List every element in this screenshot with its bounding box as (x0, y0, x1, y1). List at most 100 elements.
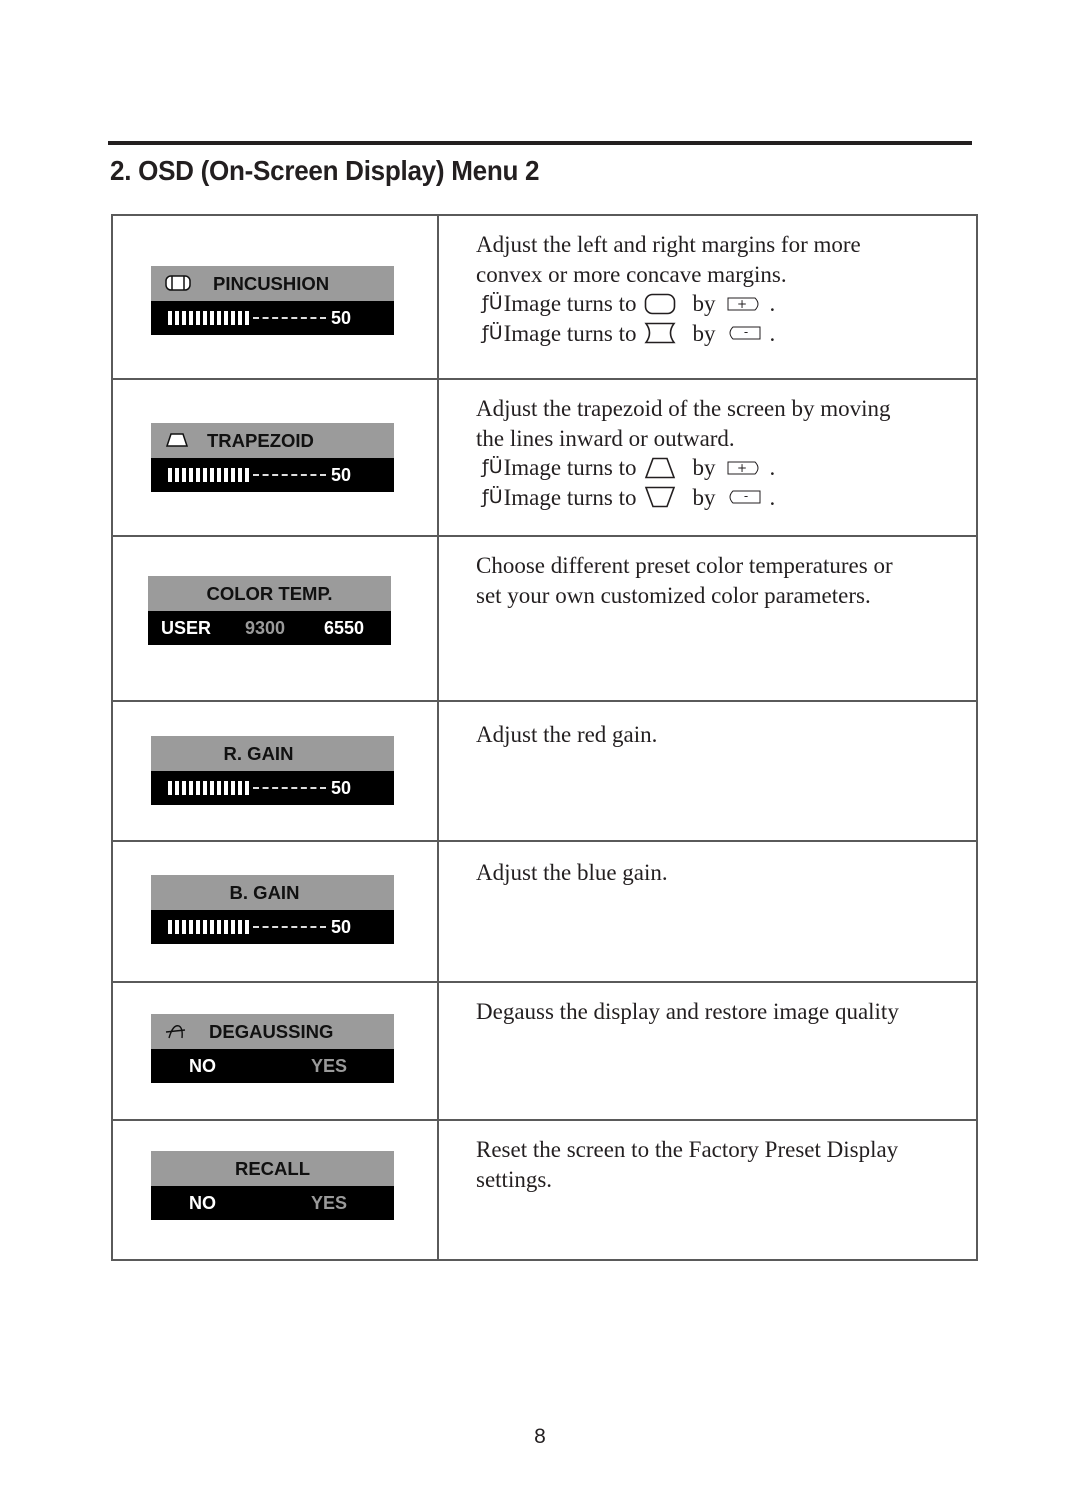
description-line: Adjust the left and right margins for mo… (476, 232, 861, 257)
slider-filled-segment (217, 311, 221, 325)
slider-empty-track (253, 926, 326, 928)
slider-bar (151, 781, 331, 795)
slider-filled-segment (189, 311, 193, 325)
osd-cell: COLOR TEMP. USER 9300 6550 (113, 537, 439, 700)
slider-filled-segment (168, 920, 172, 934)
slider-bar (151, 920, 331, 934)
slider-filled-segment (182, 920, 186, 934)
slider-value: 50 (331, 916, 352, 937)
osd-title: PINCUSHION (213, 272, 330, 294)
osd-title: R. GAIN (223, 742, 294, 764)
bullet-glyph: ƒÜ (482, 321, 503, 344)
slider-filled-segment (238, 781, 242, 795)
option-no[interactable]: NO (189, 1056, 216, 1077)
osd-menu-table: PINCUSHION 50 Adjust the left and right … (111, 214, 978, 1261)
trapezoid-up-icon (645, 457, 676, 479)
description-line: the lines inward or outward. (476, 425, 735, 451)
slider-value: 50 (331, 464, 352, 485)
description-line: Reset the screen to the Factory Preset D… (476, 1137, 899, 1162)
osd-pincushion: PINCUSHION 50 (151, 266, 394, 335)
slider-filled-segment (175, 468, 179, 482)
description-line: convex or more concave margins. (476, 261, 787, 287)
osd-title: DEGAUSSING (209, 1020, 334, 1042)
top-rule (108, 141, 972, 145)
slider-filled-segment (203, 781, 207, 795)
osd-b-gain: B. GAIN 50 (151, 875, 394, 944)
option-no[interactable]: NO (189, 1193, 216, 1214)
description-line: Choose different preset color temperatur… (476, 553, 893, 578)
osd-cell: DEGAUSSING NO YES (113, 983, 439, 1119)
osd-cell: R. GAIN 50 (113, 702, 439, 840)
option-yes[interactable]: YES (311, 1193, 347, 1214)
option-6550[interactable]: 6550 (324, 618, 364, 639)
plus-button-icon: + (727, 297, 759, 311)
table-row-b-gain: B. GAIN 50 Adjust the blue gain. (113, 840, 976, 981)
slider-filled-segment (175, 311, 179, 325)
slider-filled-segment (231, 468, 235, 482)
table-row-recall: RECALL NO YES Reset the screen to the Fa… (113, 1119, 976, 1259)
bullet-glyph: ƒÜ (482, 292, 503, 314)
slider-filled-segment (189, 468, 193, 482)
description-line: Degauss the display and restore image qu… (476, 999, 899, 1024)
slider-filled-segment (224, 311, 228, 325)
description-cell: Adjust the blue gain. (439, 842, 976, 981)
table-row-r-gain: R. GAIN 50 Adjust the red gain. (113, 700, 976, 840)
slider-filled-segment (245, 468, 249, 482)
slider-filled-segment (210, 311, 214, 325)
osd-slider[interactable]: 50 (151, 301, 394, 335)
description-line: Adjust the trapezoid of the screen by mo… (476, 396, 891, 421)
description-line: settings. (476, 1166, 553, 1192)
osd-color-temp: COLOR TEMP. USER 9300 6550 (148, 576, 391, 645)
trapezoid-down-icon (645, 486, 676, 508)
minus-button-icon: - (729, 489, 761, 504)
osd-cell: PINCUSHION 50 (113, 216, 439, 378)
table-row-color-temp: COLOR TEMP. USER 9300 6550 Choose differ… (113, 535, 976, 700)
option-yes[interactable]: YES (311, 1056, 347, 1077)
slider-value: 50 (331, 307, 352, 328)
slider-filled-segment (168, 311, 172, 325)
degauss-icon (165, 1025, 186, 1039)
slider-filled-segment (203, 311, 207, 325)
description-line: set your own customized color parameters… (476, 582, 871, 608)
svg-text:+: + (737, 297, 747, 311)
bullet-line: ƒÜ Image turns to by - . (476, 483, 960, 513)
osd-trapezoid: TRAPEZOID 50 (151, 423, 394, 492)
slider-filled-segment (168, 468, 172, 482)
bullet-glyph: ƒÜ (482, 456, 503, 478)
osd-options: NO YES (151, 1049, 394, 1083)
bullet-line: ƒÜ Image turns to by - . (476, 319, 960, 349)
slider-filled-segment (182, 468, 186, 482)
plus-button-icon: + (727, 461, 759, 475)
slider-filled-segment (217, 781, 221, 795)
osd-slider[interactable]: 50 (151, 458, 394, 492)
page-title: 2. OSD (On-Screen Display) Menu 2 (110, 155, 540, 186)
slider-filled-segment (231, 920, 235, 934)
slider-filled-segment (210, 920, 214, 934)
table-row-trapezoid: TRAPEZOID 50 Adjust the trapezoid of the… (113, 378, 976, 535)
bullet-line: ƒÜ Image turns to by + . (476, 289, 960, 319)
table-row-pincushion: PINCUSHION 50 Adjust the left and right … (113, 216, 976, 378)
slider-empty-track (253, 317, 326, 319)
concave-rectangle-icon (644, 322, 677, 344)
slider-filled-segment (182, 781, 186, 795)
option-user[interactable]: USER (161, 618, 211, 639)
osd-degaussing: DEGAUSSING NO YES (151, 1014, 394, 1083)
description-cell: Choose different preset color temperatur… (439, 537, 976, 700)
description-line: Adjust the blue gain. (476, 860, 668, 885)
svg-text:-: - (744, 489, 748, 503)
osd-slider[interactable]: 50 (151, 910, 394, 944)
convex-rectangle-icon (645, 293, 676, 315)
minus-button-icon: - (729, 325, 761, 340)
slider-filled-segment (217, 920, 221, 934)
osd-options: USER 9300 6550 (148, 611, 391, 645)
osd-title: COLOR TEMP. (206, 582, 333, 604)
osd-recall: RECALL NO YES (151, 1151, 394, 1220)
slider-filled-segment (196, 311, 200, 325)
slider-filled-segment (168, 781, 172, 795)
option-9300[interactable]: 9300 (245, 618, 285, 639)
slider-filled-segment (245, 920, 249, 934)
osd-slider[interactable]: 50 (151, 771, 394, 805)
slider-filled-segment (217, 468, 221, 482)
bullet-glyph: ƒÜ (482, 485, 503, 508)
slider-empty-track (253, 474, 326, 476)
